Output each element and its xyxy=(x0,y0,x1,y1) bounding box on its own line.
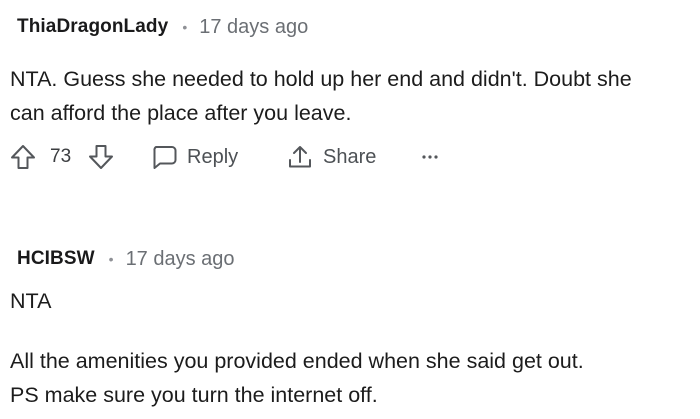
more-dots-icon xyxy=(422,155,438,159)
upvote-arrow-icon xyxy=(11,145,35,169)
comment-meta: HCIBSW • 17 days ago xyxy=(17,246,235,272)
comment-paragraph: NTA xyxy=(10,284,51,318)
comment-timestamp[interactable]: 17 days ago xyxy=(199,16,308,39)
comment-author[interactable]: HCIBSW xyxy=(17,248,95,270)
more-options-button[interactable] xyxy=(420,140,440,174)
comment-body-line: NTA. Guess she needed to hold up her end… xyxy=(10,67,632,91)
downvote-button[interactable] xyxy=(86,140,116,174)
reply-button[interactable]: Reply xyxy=(150,140,238,174)
comment-timestamp[interactable]: 17 days ago xyxy=(126,248,235,271)
speech-bubble-icon xyxy=(153,146,177,169)
comment-paragraph: All the amenities you provided ended whe… xyxy=(10,344,584,412)
upvote-button[interactable] xyxy=(8,140,38,174)
share-arrow-icon xyxy=(289,146,311,168)
comment-actions: 73 Reply Share xyxy=(0,140,700,174)
share-button[interactable]: Share xyxy=(286,140,376,174)
comment-body-line: PS make sure you turn the internet off. xyxy=(10,383,378,407)
comment-author[interactable]: ThiaDragonLady xyxy=(17,16,168,38)
meta-separator: • xyxy=(108,251,114,267)
comment-body-line: NTA xyxy=(10,289,52,313)
reply-label: Reply xyxy=(187,145,239,168)
meta-separator: • xyxy=(182,19,188,35)
comment-meta: ThiaDragonLady • 17 days ago xyxy=(17,14,308,40)
comment-body: NTA. Guess she needed to hold up her end… xyxy=(10,62,632,130)
comment-body-line: can afford the place after you leave. xyxy=(10,101,352,125)
comment-body-line: All the amenities you provided ended whe… xyxy=(10,349,584,373)
downvote-arrow-icon xyxy=(89,145,113,169)
share-label: Share xyxy=(323,145,377,168)
vote-score: 73 xyxy=(50,146,72,167)
